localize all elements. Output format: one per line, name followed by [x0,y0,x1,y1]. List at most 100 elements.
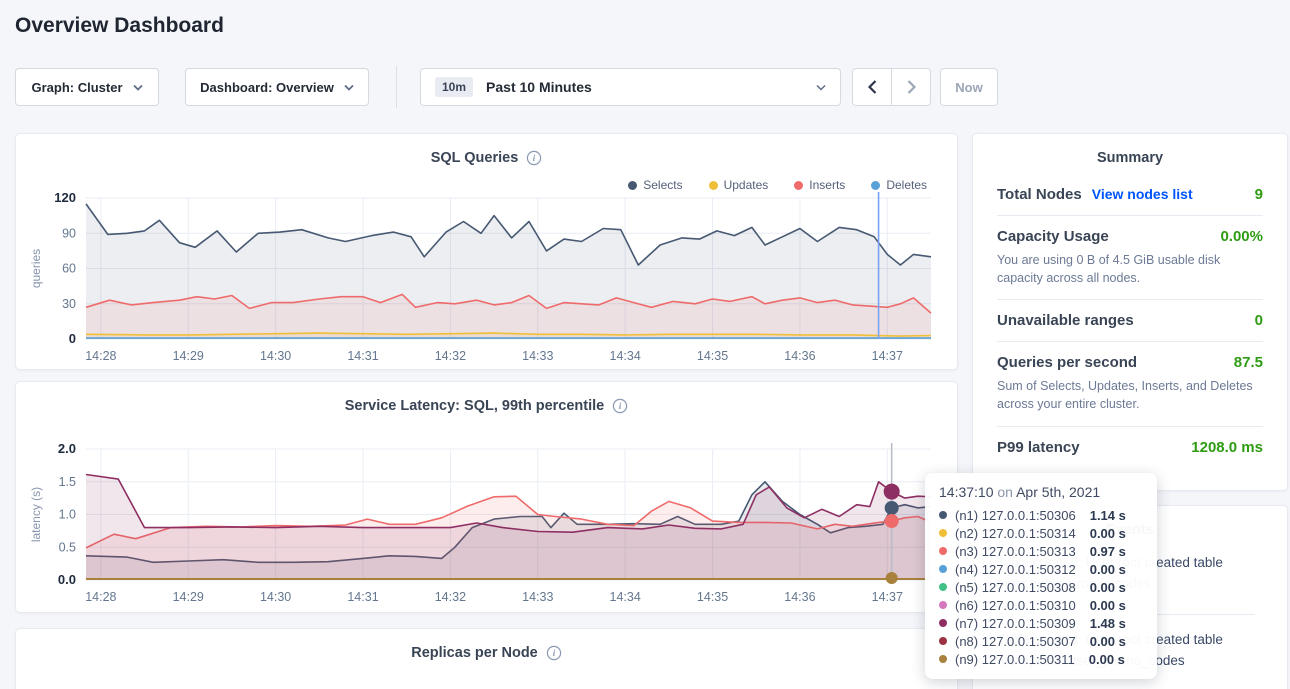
svg-text:1.0: 1.0 [59,508,76,522]
svg-text:14:30: 14:30 [260,349,291,363]
service-latency-title: Service Latency: SQL, 99th percentile [345,398,605,414]
svg-text:30: 30 [62,297,76,311]
overview-dashboard-page: Overview Dashboard Graph: Cluster Dashbo… [0,0,1290,689]
service-latency-chart[interactable]: 0.00.51.01.52.014:2814:2914:3014:3114:32… [24,422,951,608]
svg-text:0: 0 [69,331,76,346]
tooltip-row-n6: (n6) 127.0.0.1:503100.00 s [939,596,1143,614]
svg-text:14:36: 14:36 [784,349,815,363]
node-color-dot-icon [939,529,947,537]
p99-latency-value: 1208.0 ms [1191,439,1263,456]
node-color-dot-icon [939,601,947,609]
svg-text:14:31: 14:31 [347,590,378,604]
svg-text:2.0: 2.0 [58,441,76,456]
svg-text:14:36: 14:36 [784,590,815,604]
tooltip-row-n9: (n9) 127.0.0.1:503110.00 s [939,650,1143,668]
dashboard-dropdown-label: Dashboard: Overview [200,80,334,95]
svg-text:1.5: 1.5 [59,475,76,489]
node-color-dot-icon [939,619,947,627]
summary-row-p99: P99 latency 1208.0 ms [997,427,1263,468]
svg-text:14:33: 14:33 [522,590,553,604]
tooltip-timestamp: 14:37:10 on Apr 5th, 2021 [939,484,1143,500]
toolbar-divider [396,66,397,108]
svg-text:14:34: 14:34 [610,349,641,363]
svg-text:latency (s): latency (s) [29,487,43,542]
qps-description: Sum of Selects, Updates, Inserts, and De… [997,377,1263,413]
node-color-dot-icon [939,583,947,591]
svg-text:i: i [552,648,555,658]
qps-label: Queries per second [997,354,1137,371]
svg-text:14:31: 14:31 [347,349,378,363]
svg-text:14:28: 14:28 [85,590,116,604]
page-title: Overview Dashboard [15,14,224,38]
chart-hover-tooltip: 14:37:10 on Apr 5th, 2021 (n1) 127.0.0.1… [925,473,1157,679]
qps-value: 87.5 [1234,354,1263,371]
view-nodes-list-link[interactable]: View nodes list [1092,186,1193,202]
svg-text:14:30: 14:30 [260,590,291,604]
replicas-per-node-card: Replicas per Node i [15,628,958,689]
svg-text:120: 120 [54,190,76,205]
tooltip-row-n4: (n4) 127.0.0.1:503120.00 s [939,560,1143,578]
svg-text:90: 90 [62,226,76,240]
info-icon[interactable]: i [612,398,628,414]
capacity-value: 0.00% [1220,228,1263,245]
total-nodes-value: 9 [1255,186,1263,203]
tooltip-row-n7: (n7) 127.0.0.1:503091.48 s [939,614,1143,632]
summary-row-unavailable-ranges: Unavailable ranges 0 [997,300,1263,342]
summary-row-capacity: Capacity Usage 0.00% You are using 0 B o… [997,216,1263,300]
svg-text:14:34: 14:34 [610,590,641,604]
tooltip-row-n3: (n3) 127.0.0.1:503130.97 s [939,542,1143,560]
node-color-dot-icon [939,637,947,645]
svg-text:14:35: 14:35 [697,349,728,363]
tooltip-row-n8: (n8) 127.0.0.1:503070.00 s [939,632,1143,650]
unavailable-ranges-value: 0 [1255,312,1263,329]
replicas-per-node-title: Replicas per Node [411,645,538,661]
sql-queries-card: SQL Queries i Selects Updates Inserts De… [15,133,958,370]
svg-text:0.5: 0.5 [59,540,76,554]
next-time-button[interactable] [891,69,930,105]
svg-text:60: 60 [62,262,76,276]
svg-text:14:29: 14:29 [173,349,204,363]
prev-time-button[interactable] [853,69,891,105]
sql-queries-title: SQL Queries [431,150,519,166]
node-color-dot-icon [939,565,947,573]
summary-title: Summary [997,150,1263,166]
svg-text:14:28: 14:28 [85,349,116,363]
info-icon[interactable]: i [546,645,562,661]
time-range-badge: 10m [435,77,473,97]
tooltip-row-n2: (n2) 127.0.0.1:503140.00 s [939,524,1143,542]
total-nodes-label: Total Nodes [997,186,1082,203]
info-icon[interactable]: i [526,150,542,166]
svg-text:14:29: 14:29 [173,590,204,604]
time-step-buttons [852,68,931,106]
tooltip-row-n5: (n5) 127.0.0.1:503080.00 s [939,578,1143,596]
chevron-down-icon [344,84,354,91]
svg-text:i: i [619,401,622,411]
now-button-label: Now [955,80,982,95]
now-button[interactable]: Now [940,68,998,106]
node-color-dot-icon [939,655,947,663]
svg-text:queries: queries [29,249,43,288]
dashboard-dropdown[interactable]: Dashboard: Overview [185,68,369,106]
chevron-left-icon [868,80,877,94]
node-color-dot-icon [939,511,947,519]
time-range-label: Past 10 Minutes [486,79,592,95]
summary-row-qps: Queries per second 87.5 Sum of Selects, … [997,342,1263,426]
chevron-down-icon [133,84,143,91]
node-color-dot-icon [939,547,947,555]
capacity-description: You are using 0 B of 4.5 GiB usable disk… [997,251,1263,287]
summary-panel: Summary Total Nodes View nodes list 9 Ca… [972,133,1288,491]
time-range-dropdown[interactable]: 10m Past 10 Minutes [420,68,841,106]
graph-dropdown[interactable]: Graph: Cluster [15,68,159,106]
chevron-right-icon [907,80,916,94]
svg-text:14:37: 14:37 [872,590,903,604]
sql-queries-chart[interactable]: 0 30 60 90 120 14:28 14:29 14:30 14:31 14:32 14:33… [24,172,951,367]
svg-text:14:32: 14:32 [435,349,466,363]
svg-text:14:35: 14:35 [697,590,728,604]
svg-text:14:32: 14:32 [435,590,466,604]
tooltip-row-n1: (n1) 127.0.0.1:503061.14 s [939,506,1143,524]
svg-text:14:33: 14:33 [522,349,553,363]
svg-text:i: i [533,153,536,163]
p99-latency-label: P99 latency [997,439,1080,456]
unavailable-ranges-label: Unavailable ranges [997,312,1134,329]
summary-row-total-nodes: Total Nodes View nodes list 9 [997,174,1263,216]
